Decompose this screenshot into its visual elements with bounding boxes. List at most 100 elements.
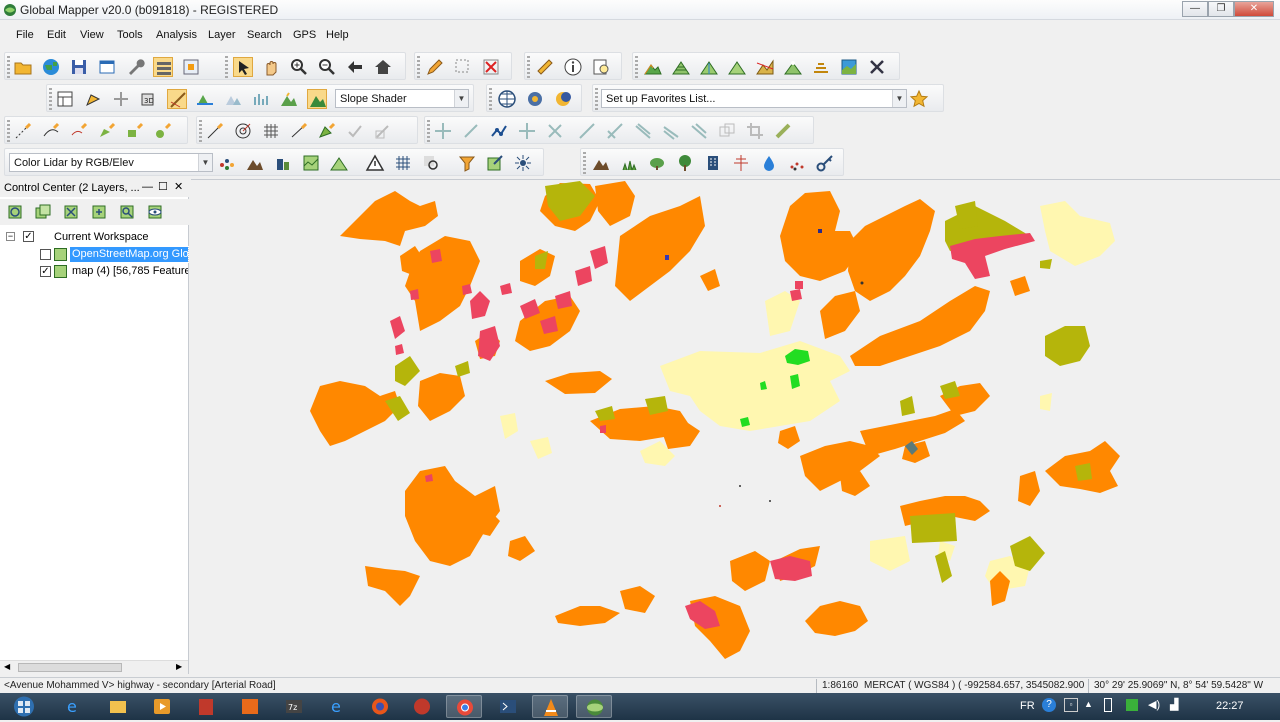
- menu-tools[interactable]: Tools: [117, 29, 143, 41]
- scroll-thumb[interactable]: [18, 663, 122, 672]
- menu-file[interactable]: File: [16, 29, 34, 41]
- power-line-icon[interactable]: [731, 153, 751, 173]
- target-icon[interactable]: [233, 121, 253, 141]
- path-profile-icon[interactable]: [755, 57, 775, 77]
- zoom-in-icon[interactable]: [289, 57, 309, 77]
- layer-search-icon[interactable]: [117, 202, 137, 222]
- layer-copy-icon[interactable]: [33, 202, 53, 222]
- pencil-icon[interactable]: [425, 57, 445, 77]
- map-view[interactable]: [191, 179, 1280, 674]
- layer-add-icon[interactable]: [5, 202, 25, 222]
- volume-icon[interactable]: ◀): [1148, 698, 1160, 711]
- water-level-icon[interactable]: [195, 89, 215, 109]
- layer-checkbox[interactable]: [40, 249, 51, 260]
- elevation-grid-icon[interactable]: [223, 89, 243, 109]
- draw-ellipse-icon[interactable]: [153, 121, 173, 141]
- workspace-checkbox[interactable]: ✓: [23, 231, 34, 242]
- filter-funnel-icon[interactable]: [457, 153, 477, 173]
- snap-icon[interactable]: [517, 121, 537, 141]
- vlc-icon[interactable]: [532, 695, 568, 718]
- scroll-left-icon[interactable]: ◀: [4, 662, 10, 671]
- delete-icon[interactable]: [481, 57, 501, 77]
- edit-disabled-icon[interactable]: [373, 121, 393, 141]
- pan-hand-icon[interactable]: [261, 57, 281, 77]
- office-icon[interactable]: [232, 695, 268, 718]
- open-folder-icon[interactable]: [13, 57, 33, 77]
- lidar-points-icon[interactable]: [217, 153, 237, 173]
- line-of-sight-icon[interactable]: [783, 57, 803, 77]
- image-swipe-icon[interactable]: [839, 57, 859, 77]
- lidar-grid-icon[interactable]: [393, 153, 413, 173]
- contour-icon[interactable]: [671, 57, 691, 77]
- acrobat-icon[interactable]: [404, 695, 440, 718]
- shader-select[interactable]: Slope Shader ▼: [335, 89, 469, 108]
- measure-line-icon[interactable]: [577, 121, 597, 141]
- move-icon[interactable]: [433, 121, 453, 141]
- show-hidden-icons-icon[interactable]: ▲: [1084, 699, 1093, 709]
- draw-line-icon[interactable]: [13, 121, 33, 141]
- info-icon[interactable]: [563, 57, 583, 77]
- vertex-edit-icon[interactable]: [205, 121, 225, 141]
- chevron-down-icon[interactable]: ▼: [892, 90, 906, 107]
- watershed-icon[interactable]: [699, 57, 719, 77]
- measure-ruler-icon[interactable]: [535, 57, 555, 77]
- chevron-down-icon[interactable]: ▼: [198, 154, 212, 171]
- copy-area-icon[interactable]: [717, 121, 737, 141]
- lidar-edit-icon[interactable]: [485, 153, 505, 173]
- split-icon[interactable]: [545, 121, 565, 141]
- lidar-select[interactable]: Color Lidar by RGB/Elev ▼: [9, 153, 213, 172]
- layer-visibility-icon[interactable]: [145, 202, 165, 222]
- rotate-icon[interactable]: [461, 121, 481, 141]
- collapse-icon[interactable]: −: [6, 232, 15, 241]
- maximize-button[interactable]: ❐: [1208, 1, 1234, 17]
- media-player-icon[interactable]: [144, 695, 180, 718]
- parallel-icon[interactable]: [689, 121, 709, 141]
- low-vegetation-icon[interactable]: [619, 153, 639, 173]
- close-tool-icon[interactable]: [867, 57, 887, 77]
- draw-curve-icon[interactable]: [69, 121, 89, 141]
- scroll-right-icon[interactable]: ▶: [176, 662, 182, 671]
- ground-icon[interactable]: [591, 153, 611, 173]
- firefox-icon[interactable]: [362, 695, 398, 718]
- float-panel-icon[interactable]: ☐: [158, 180, 168, 193]
- control-center-icon[interactable]: [153, 57, 173, 77]
- lidar-search-icon[interactable]: [421, 153, 441, 173]
- close-button[interactable]: ✕: [1234, 1, 1274, 17]
- area-edit-icon[interactable]: [317, 121, 337, 141]
- menu-analysis[interactable]: Analysis: [156, 29, 197, 41]
- horizontal-scrollbar[interactable]: ◀ ▶: [0, 660, 188, 674]
- config-gear-icon[interactable]: [525, 89, 545, 109]
- layout-icon[interactable]: [55, 89, 75, 109]
- minimize-button[interactable]: —: [1182, 1, 1208, 17]
- back-arrow-icon[interactable]: [345, 57, 365, 77]
- minimize-panel-icon[interactable]: —: [142, 181, 153, 193]
- slope-toggle-icon[interactable]: [167, 89, 187, 109]
- powershell-icon[interactable]: [490, 695, 526, 718]
- menu-gps[interactable]: GPS: [293, 29, 316, 41]
- save-icon[interactable]: [69, 57, 89, 77]
- offset-line-icon[interactable]: [661, 121, 681, 141]
- day-night-icon[interactable]: [553, 89, 573, 109]
- terrain-icon[interactable]: [643, 57, 663, 77]
- join-line-icon[interactable]: [633, 121, 653, 141]
- shader-mountain-icon[interactable]: [307, 89, 327, 109]
- layer-remove-icon[interactable]: [61, 202, 81, 222]
- archive-icon[interactable]: 7z: [276, 695, 312, 718]
- 3d-view-icon[interactable]: 3D: [139, 89, 159, 109]
- key-icon[interactable]: [815, 153, 835, 173]
- menu-view[interactable]: View: [80, 29, 104, 41]
- cut-line-icon[interactable]: [605, 121, 625, 141]
- zoom-out-icon[interactable]: [317, 57, 337, 77]
- lidar-terrain-icon[interactable]: [245, 153, 265, 173]
- volume-icon[interactable]: [811, 57, 831, 77]
- wrench-icon[interactable]: [125, 57, 145, 77]
- lidar-building-icon[interactable]: [273, 153, 293, 173]
- digitizer-select-icon[interactable]: [233, 57, 253, 77]
- layer-checkbox[interactable]: ✓: [40, 266, 51, 277]
- tape-measure-icon[interactable]: [773, 121, 793, 141]
- noise-points-icon[interactable]: [787, 153, 807, 173]
- find-info-icon[interactable]: [591, 57, 611, 77]
- connect-line-icon[interactable]: [289, 121, 309, 141]
- check-tool-icon[interactable]: [345, 121, 365, 141]
- start-button[interactable]: [4, 695, 44, 718]
